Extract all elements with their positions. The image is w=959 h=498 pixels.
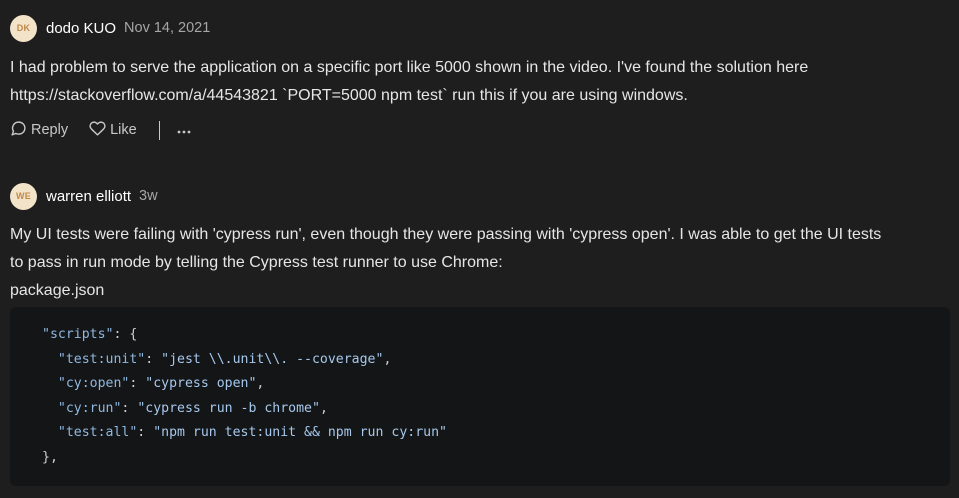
comment-body: My UI tests were failing with 'cypress r… (10, 221, 950, 305)
comment-text-line: https://stackoverflow.com/a/44543821 `PO… (10, 87, 688, 104)
code-value: "cypress run -b chrome" (137, 400, 320, 416)
code-key: "test:unit" (57, 351, 146, 367)
avatar[interactable]: WE (10, 182, 37, 210)
like-label: Like (110, 122, 137, 138)
like-button[interactable]: Like (89, 120, 137, 141)
comment-header: WE warren elliott 3w (10, 182, 950, 210)
comment: DK dodo KUO Nov 14, 2021 I had problem t… (10, 14, 950, 141)
author-name[interactable]: warren elliott (46, 188, 131, 205)
reply-label: Reply (31, 122, 69, 138)
code-value: "jest \\.unit\\. --coverage" (161, 351, 384, 367)
comment-timestamp[interactable]: 3w (139, 188, 158, 204)
code-block: "scripts": { "test:unit": "jest \\.unit\… (10, 307, 950, 486)
comment-text-line: package.json (10, 282, 105, 299)
ellipsis-icon (177, 122, 191, 138)
author-name[interactable]: dodo KUO (46, 20, 116, 37)
comment: WE warren elliott 3w My UI tests were fa… (10, 182, 950, 486)
code-key: "cy:run" (57, 400, 122, 416)
comment-body: I had problem to serve the application o… (10, 54, 950, 110)
avatar[interactable]: DK (10, 14, 37, 42)
code-value: "npm run test:unit && npm run cy:run" (153, 425, 447, 441)
more-options-button[interactable] (177, 122, 191, 138)
comment-header: DK dodo KUO Nov 14, 2021 (10, 14, 950, 42)
heart-icon (89, 120, 110, 141)
code-key: "test:all" (57, 425, 138, 441)
code-key: "scripts" (42, 327, 114, 342)
comment-text-line: My UI tests were failing with 'cypress r… (10, 226, 882, 243)
code-punct: }, (42, 449, 58, 465)
reply-button[interactable]: Reply (10, 120, 68, 141)
code-value: "cypress open" (145, 376, 257, 392)
comment-text-line: I had problem to serve the application o… (10, 59, 809, 76)
action-divider (158, 120, 160, 140)
comment-text-line: to pass in run mode by telling the Cypre… (10, 254, 503, 271)
comment-actions: Reply Like (10, 119, 950, 141)
comment-timestamp[interactable]: Nov 14, 2021 (124, 20, 210, 36)
code-punct: : { (113, 327, 138, 342)
code-key: "cy:open" (57, 376, 130, 392)
speech-bubble-icon (10, 120, 31, 141)
